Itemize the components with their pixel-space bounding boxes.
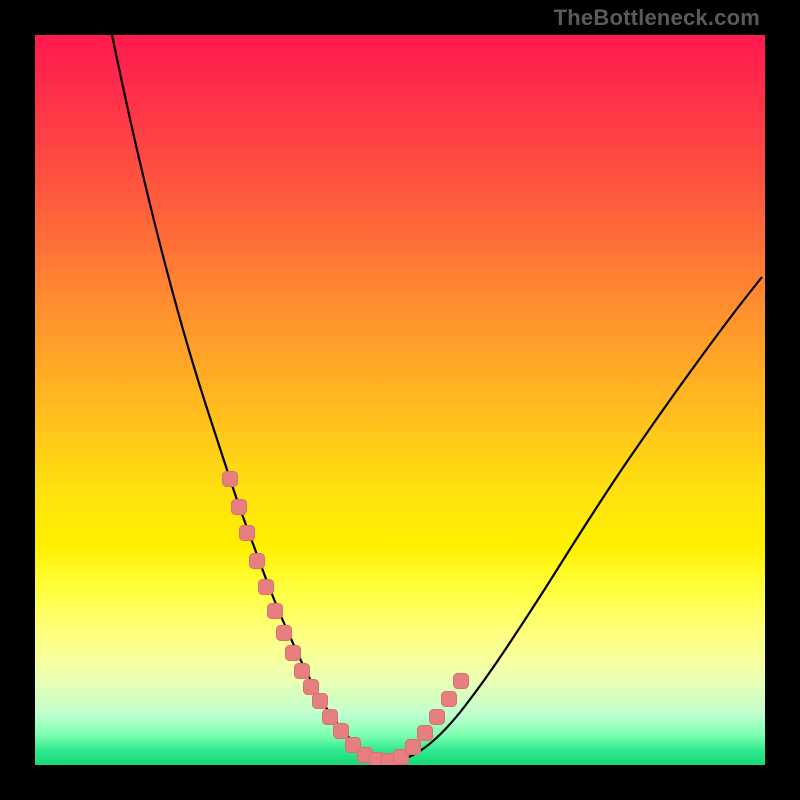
highlight-marker — [334, 724, 349, 739]
highlight-marker — [418, 726, 433, 741]
highlight-marker — [223, 472, 238, 487]
highlight-marker — [406, 740, 421, 755]
highlight-marker — [250, 554, 265, 569]
highlight-marker — [277, 626, 292, 641]
highlight-marker — [268, 604, 283, 619]
highlight-marker — [259, 580, 274, 595]
highlight-marker — [240, 526, 255, 541]
watermark-text: TheBottleneck.com — [554, 5, 760, 31]
highlight-marker — [430, 710, 445, 725]
highlight-marker — [313, 694, 328, 709]
highlight-marker — [454, 674, 469, 689]
highlight-marker-group — [223, 472, 469, 766]
highlight-marker — [442, 692, 457, 707]
highlight-marker — [295, 664, 310, 679]
bottleneck-curve — [112, 35, 762, 761]
highlight-marker — [232, 500, 247, 515]
chart-svg — [35, 35, 765, 765]
highlight-marker — [323, 710, 338, 725]
chart-frame — [35, 35, 765, 765]
highlight-marker — [304, 680, 319, 695]
highlight-marker — [286, 646, 301, 661]
